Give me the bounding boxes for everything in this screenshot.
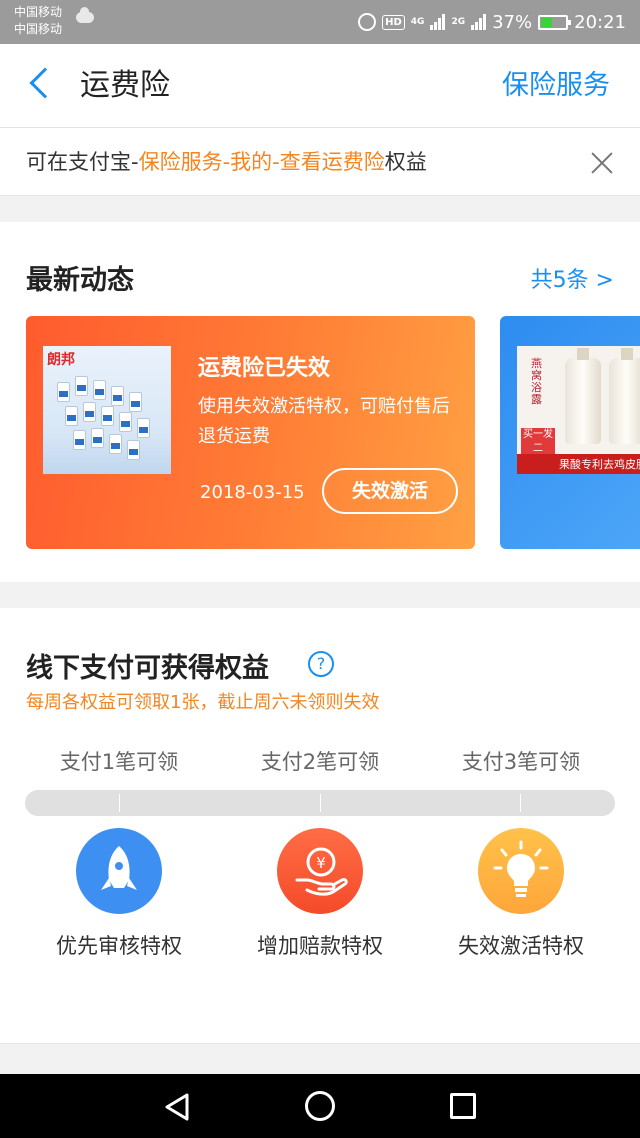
carrier-1: 中国移动 xyxy=(14,5,63,19)
svg-text:¥: ¥ xyxy=(316,854,326,872)
page-title: 运费险 xyxy=(80,68,170,103)
news-card[interactable]: 朗邦 运费险已失效 使用失效激活特权，可赔付售后退货运费 2018-03-15 … xyxy=(26,316,475,549)
notice-suffix: 权益 xyxy=(384,150,427,174)
notice-text: 可在支付宝-保险服务-我的-查看运费险权益 xyxy=(26,128,427,196)
notice-bar: 可在支付宝-保险服务-我的-查看运费险权益 xyxy=(0,128,640,196)
cloud-icon xyxy=(76,7,94,23)
hd-badge: HD xyxy=(382,14,405,30)
progress-tick xyxy=(119,794,120,812)
yuan-hand-icon[interactable]: ¥ xyxy=(277,828,363,914)
alarm-icon xyxy=(358,13,377,31)
benefit-label[interactable]: 失效激活特权 xyxy=(421,930,621,960)
clock: 20:21 xyxy=(574,11,626,33)
battery-percent: 37% xyxy=(492,11,533,33)
product-brand: 朗邦 xyxy=(47,352,75,368)
help-icon[interactable]: ? xyxy=(308,651,334,677)
product-vertical-text: 燕窝浴露 xyxy=(531,357,542,406)
card-description: 使用失效激活特权，可赔付售后退货运费 xyxy=(198,396,450,447)
progress-tick xyxy=(520,794,521,812)
lightbulb-icon[interactable] xyxy=(478,828,564,914)
system-recents-icon[interactable] xyxy=(450,1093,476,1119)
progress-tick xyxy=(320,794,321,812)
navigation-bar: 运费险 保险服务 xyxy=(0,44,640,128)
benefit-label[interactable]: 增加赔款特权 xyxy=(220,930,420,960)
promo-band-text: 果酸专利去鸡皮肤 xyxy=(559,458,640,471)
carrier-2: 中国移动 xyxy=(14,22,63,36)
card-title: 运费险已失效 xyxy=(198,356,331,381)
rocket-icon[interactable] xyxy=(76,828,162,914)
close-icon[interactable] xyxy=(590,151,614,175)
news-card-2[interactable]: 燕窝浴露 买一发二 果酸专利去鸡皮肤 xyxy=(500,316,640,549)
card-date: 2018-03-15 xyxy=(200,482,305,503)
section-title: 线下支付可获得权益 xyxy=(26,653,269,684)
network-4g: 4G xyxy=(410,16,425,27)
product-thumbnail: 朗邦 xyxy=(43,346,171,474)
signal-icon-2 xyxy=(471,14,487,30)
status-bar: 中国移动 中国移动 HD 4G 2G 37% 20:21 xyxy=(0,0,640,44)
insurance-service-link[interactable]: 保险服务 xyxy=(502,44,610,128)
section-subtitle: 每周各权益可领取1张，截止周六未领则失效 xyxy=(26,692,380,713)
system-home-icon[interactable] xyxy=(305,1091,335,1121)
system-navigation-bar xyxy=(0,1074,640,1138)
back-arrow-icon[interactable] xyxy=(29,67,61,99)
product-thumbnail-2: 燕窝浴露 买一发二 果酸专利去鸡皮肤 xyxy=(517,346,640,474)
step-label: 支付1笔可领 xyxy=(59,750,179,774)
step-label: 支付2笔可领 xyxy=(260,750,380,774)
offline-payment-section: 线下支付可获得权益 ? 每周各权益可领取1张，截止周六未领则失效 支付1笔可领 … xyxy=(0,608,640,1044)
signal-icon xyxy=(430,14,446,30)
progress-track xyxy=(25,790,615,816)
carrier-info: 中国移动 中国移动 xyxy=(14,4,62,38)
notice-highlight: 保险服务-我的-查看运费险 xyxy=(138,150,385,174)
status-icons: HD 4G 2G 37% 20:21 xyxy=(358,0,626,44)
network-2g: 2G xyxy=(451,16,466,27)
benefit-label[interactable]: 优先审核特权 xyxy=(19,930,219,960)
section-title: 最新动态 xyxy=(26,265,134,296)
battery-icon xyxy=(538,14,572,30)
latest-news-section: 最新动态 共5条 > 朗邦 运费险已失效 使用失效激活特权，可赔付售后退货运费 … xyxy=(0,222,640,582)
reactivate-button[interactable]: 失效激活 xyxy=(322,468,458,514)
notice-prefix: 可在支付宝- xyxy=(26,150,139,174)
view-all-link[interactable]: 共5条 > xyxy=(531,262,614,294)
system-back-icon[interactable] xyxy=(162,1092,192,1122)
step-label: 支付3笔可领 xyxy=(461,750,581,774)
promo-band: 果酸专利去鸡皮肤 xyxy=(517,454,640,474)
